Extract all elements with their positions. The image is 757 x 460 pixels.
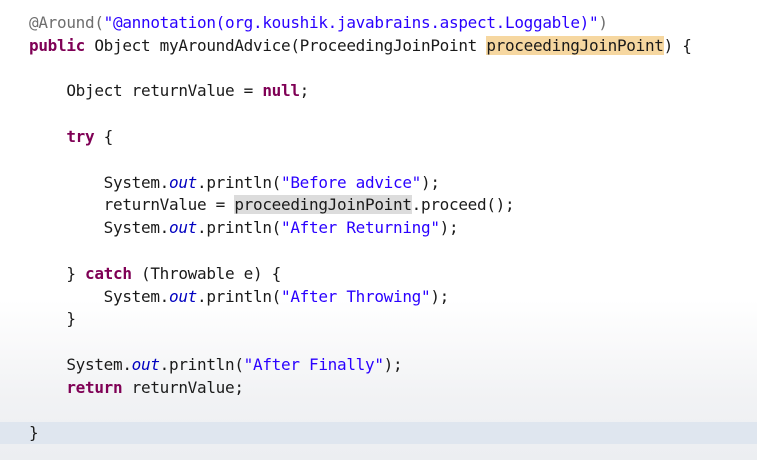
code-token-hl-read: proceedingJoinPoint [234,195,412,215]
code-token-kw: catch [85,263,132,283]
code-token-kw: null [262,81,300,101]
code-token-str: "After Returning" [281,218,440,238]
code-token: ); [430,286,449,306]
code-token: .println( [197,172,281,192]
code-token: System. [29,355,132,374]
code-token-field: out [169,218,197,238]
code-token: returnValue = [29,195,235,215]
code-token-kw: return [66,377,123,397]
code-token-ann: @Around( [29,13,104,32]
code-line[interactable]: returnValue = proceedingJoinPoint.procee… [0,194,757,216]
code-line[interactable]: } [0,308,757,330]
code-token: ; [299,81,310,101]
code-token: System. [29,172,170,192]
code-token: } [29,263,85,283]
code-token: ) { [663,35,692,55]
code-token: } [29,423,39,443]
code-editor[interactable]: @Around("@annotation(org.koushik.javabra… [0,0,757,460]
code-line[interactable]: System.out.println("After Throwing"); [0,286,757,308]
code-token-kw: try [66,127,95,146]
code-token: .println( [159,355,244,374]
code-line[interactable] [0,240,757,262]
code-token: .println( [197,218,281,238]
code-line[interactable] [0,103,757,125]
code-line[interactable]: @Around("@annotation(org.koushik.javabra… [0,12,757,34]
code-line[interactable] [0,400,757,422]
code-token: ); [421,172,440,192]
code-token: System. [29,218,170,238]
code-line[interactable]: public Object myAroundAdvice(ProceedingJ… [0,35,757,57]
code-token-field: out [131,355,160,374]
code-token-str: "After Throwing" [281,286,431,306]
code-token: ); [383,355,403,374]
code-token: System. [29,286,170,306]
code-line[interactable]: try { [0,126,757,148]
code-line[interactable]: Object returnValue = null; [0,80,757,102]
code-line[interactable] [0,331,757,353]
code-token: ); [439,218,459,238]
code-token-ann: ) [598,13,608,32]
code-token-str: "Before advice" [281,172,421,192]
code-token: .println( [197,286,281,306]
code-line[interactable]: System.out.println("After Returning"); [0,217,757,239]
code-line[interactable]: return returnValue; [0,377,757,399]
code-token-str: "After Finally" [243,355,384,374]
code-line[interactable]: } catch (Throwable e) { [0,263,757,285]
code-token-kw: public [29,35,85,55]
code-token: Object myAroundAdvice(ProceedingJoinPoin… [85,35,487,55]
code-line[interactable]: } [0,422,757,445]
code-token: Object returnValue = [29,81,263,101]
code-token: (Throwable e) { [131,263,281,283]
code-token-field: out [169,172,197,192]
code-line[interactable] [0,58,757,80]
code-token-field: out [169,286,197,306]
code-token: returnValue; [122,377,244,397]
code-token: } [29,309,76,329]
code-line[interactable] [0,149,757,171]
code-token-hl-occ: proceedingJoinPoint [486,35,664,55]
code-line[interactable]: System.out.println("After Finally"); [0,354,757,376]
code-token: .proceed(); [411,195,515,215]
code-line[interactable]: System.out.println("Before advice"); [0,172,757,194]
code-token: { [94,127,114,146]
code-token-str: "@annotation(org.koushik.javabrains.aspe… [103,13,599,32]
